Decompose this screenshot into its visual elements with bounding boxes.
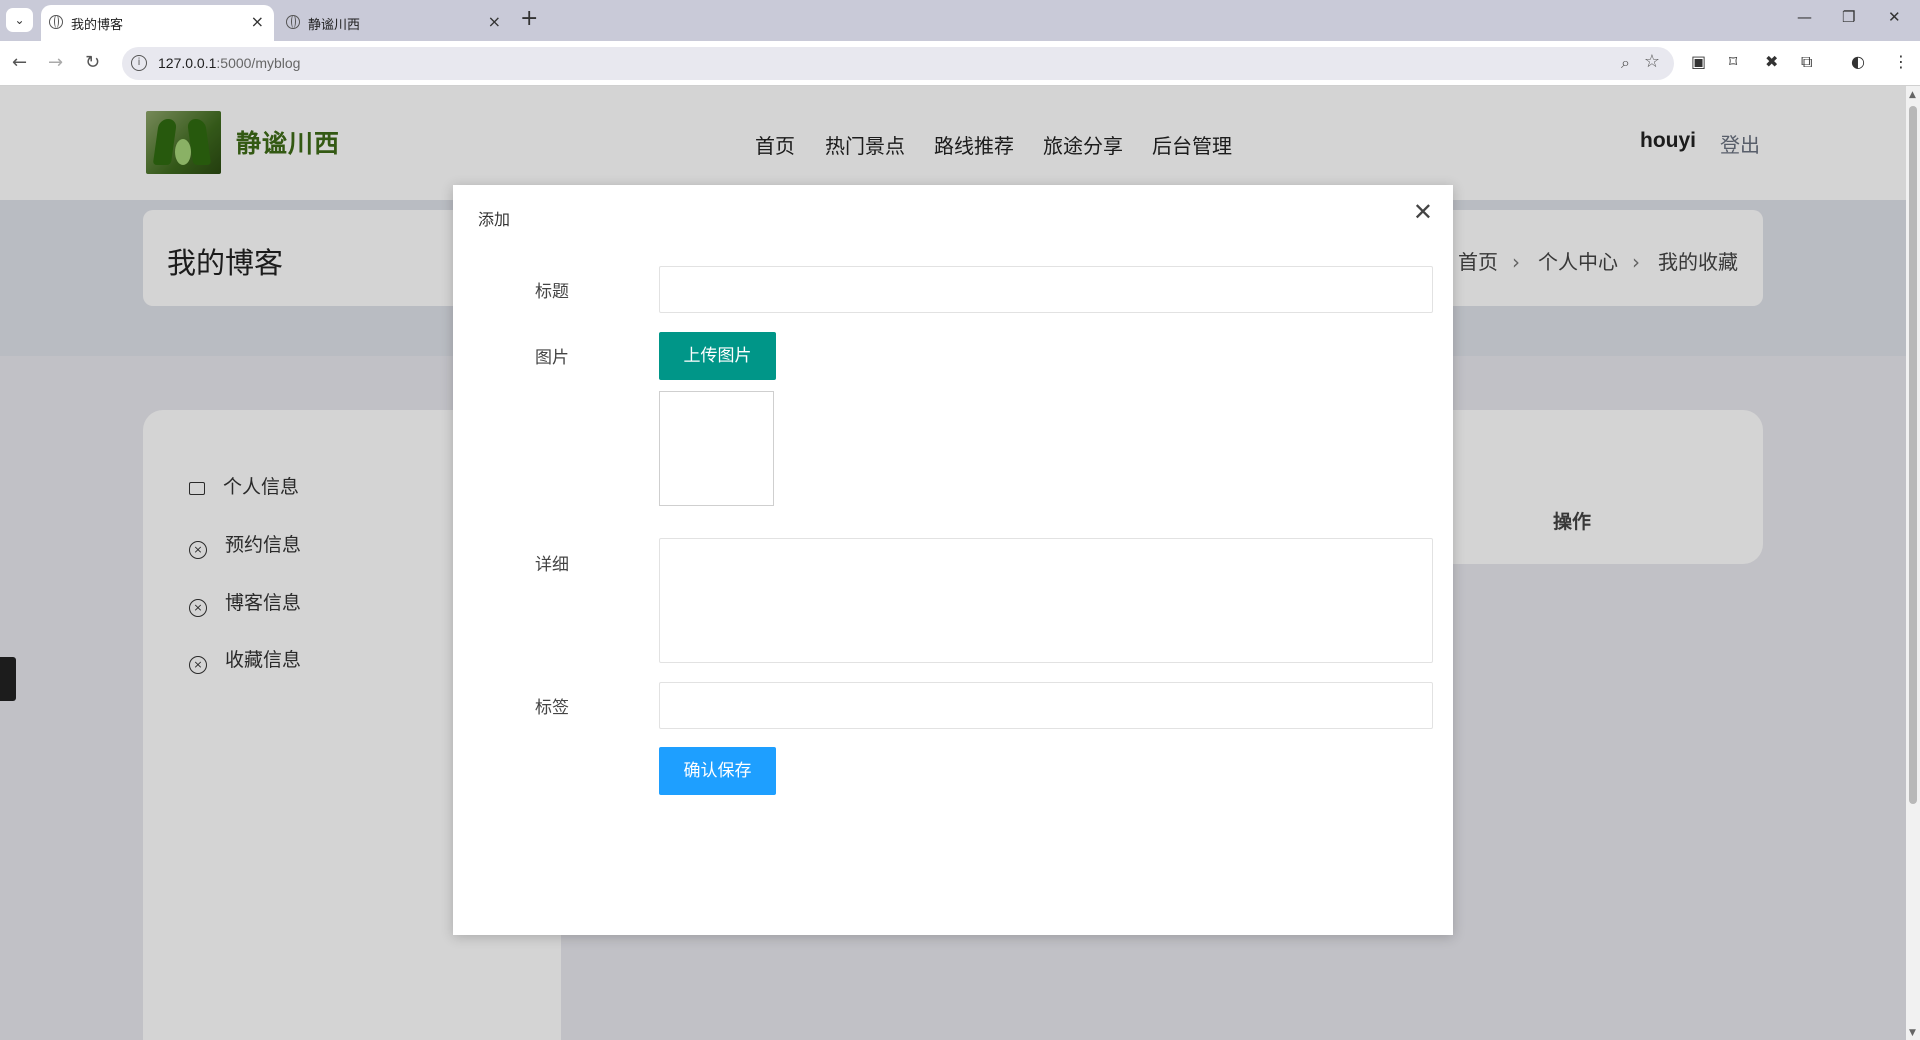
detail-textarea[interactable] [659, 538, 1433, 663]
new-tab-icon[interactable]: + [520, 6, 538, 31]
minimize-icon[interactable]: — [1797, 8, 1812, 26]
image-preview [659, 391, 774, 506]
menu-dots-icon[interactable]: ⋮ [1893, 52, 1909, 71]
globe-icon [286, 15, 300, 29]
url-text[interactable]: 127.0.0.1:5000/myblog [158, 55, 300, 71]
profile-avatar-icon[interactable]: ◐ [1851, 52, 1865, 71]
browser-tab[interactable]: 静谧川西 × [278, 5, 511, 41]
address-bar[interactable]: i 127.0.0.1:5000/myblog ⌕ ☆ [122, 47, 1674, 80]
browser-tab-active[interactable]: 我的博客 × [41, 5, 274, 41]
bookmark-icon[interactable]: ⌑ [1729, 52, 1737, 71]
tags-input[interactable] [659, 682, 1433, 729]
close-tab-icon[interactable]: × [251, 12, 264, 31]
extension-x-icon[interactable]: ✖ [1765, 52, 1778, 71]
forward-icon[interactable]: → [48, 52, 63, 73]
title-input[interactable] [659, 266, 1433, 313]
close-tab-icon[interactable]: × [488, 12, 501, 31]
globe-icon [49, 15, 63, 29]
browser-tab-bar: ⌄ 我的博客 × 静谧川西 × + — ❐ ✕ [0, 0, 1920, 41]
upload-image-button[interactable]: 上传图片 [659, 332, 776, 380]
add-blog-modal: 添加 ✕ 标题 图片 上传图片 详细 标签 确认保存 [453, 185, 1453, 935]
page-scrollbar[interactable]: ▲ ▼ [1906, 86, 1920, 1040]
tab-search-button[interactable]: ⌄ [6, 8, 33, 32]
modal-title: 添加 [478, 210, 511, 229]
site-info-icon[interactable]: i [131, 55, 147, 71]
tab-title: 静谧川西 [308, 18, 361, 33]
save-button[interactable]: 确认保存 [659, 747, 776, 795]
scroll-down-arrow[interactable]: ▼ [1909, 1028, 1916, 1038]
bookmark-star-icon[interactable]: ☆ [1644, 51, 1660, 72]
extension-icon[interactable]: ▣ [1691, 52, 1706, 71]
close-window-icon[interactable]: ✕ [1888, 8, 1901, 26]
zoom-icon[interactable]: ⌕ [1621, 53, 1630, 73]
puzzle-icon[interactable]: ⧉ [1801, 52, 1812, 72]
close-icon[interactable]: ✕ [1413, 200, 1433, 224]
back-icon[interactable]: ← [12, 52, 27, 73]
tab-title: 我的博客 [71, 18, 124, 33]
scrollbar-thumb[interactable] [1909, 106, 1917, 804]
scroll-up-arrow[interactable]: ▲ [1909, 90, 1916, 100]
browser-toolbar: ← → ↻ i 127.0.0.1:5000/myblog ⌕ ☆ ▣ ⌑ ✖ … [0, 41, 1920, 86]
reload-icon[interactable]: ↻ [85, 52, 100, 73]
restore-icon[interactable]: ❐ [1842, 8, 1855, 26]
